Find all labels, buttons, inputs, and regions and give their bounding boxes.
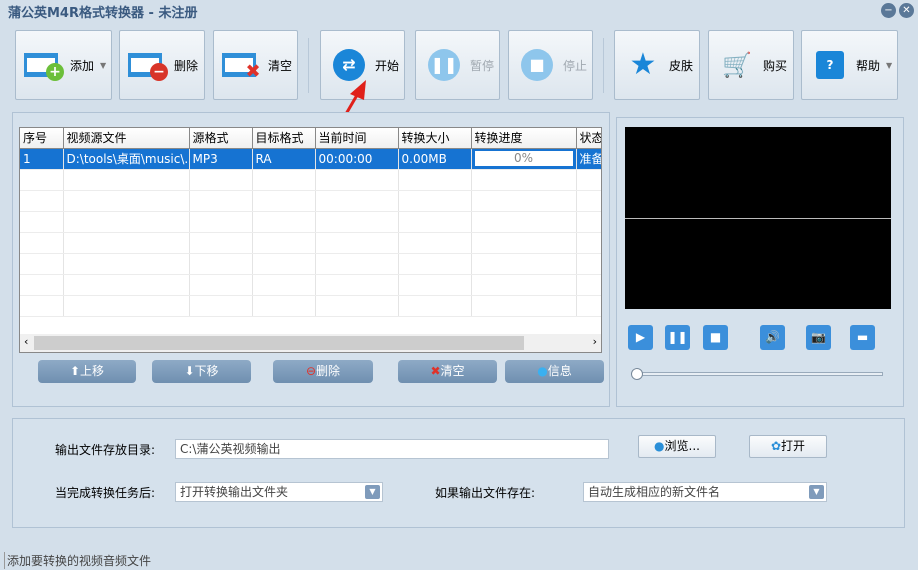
dropdown-arrow-icon[interactable]: ▼: [100, 61, 106, 70]
add-film-icon: +: [24, 49, 64, 81]
status-bar: 添加要转换的视频音频文件: [4, 552, 151, 569]
seek-slider-handle[interactable]: [631, 368, 643, 380]
cell-time: 00:00:00: [315, 148, 399, 170]
x-icon: ✖: [430, 364, 441, 378]
add-button[interactable]: + 添加 ▼: [15, 30, 112, 100]
after-complete-select[interactable]: 打开转换输出文件夹 ▼: [175, 482, 383, 502]
output-dir-label: 输出文件存放目录:: [55, 443, 156, 457]
table-row[interactable]: 1 D:\tools\桌面\music\... MP3 RA 00:00:00 0.00M…: [20, 148, 601, 170]
clear-film-icon: ✖: [222, 49, 262, 81]
file-exists-select[interactable]: 自动生成相应的新文件名 ▼: [583, 482, 827, 502]
pause-play-button[interactable]: ❚❚: [665, 325, 690, 350]
folder-button[interactable]: ▬: [850, 325, 875, 350]
video-preview: [625, 127, 891, 309]
column-header-dst-format[interactable]: 目标格式: [252, 128, 316, 149]
cart-icon: 🛒: [722, 51, 752, 79]
pause-icon: ❚❚: [424, 49, 464, 81]
column-header-progress[interactable]: 转换进度: [471, 128, 577, 149]
seek-slider[interactable]: [636, 372, 883, 376]
chevron-down-icon: ▼: [809, 485, 824, 499]
file-table: 序号 视频源文件 源格式 目标格式 当前时间 转换大小 转换进度 状态 1 D:\tools\桌…: [19, 127, 602, 353]
column-header-time[interactable]: 当前时间: [315, 128, 399, 149]
column-header-status[interactable]: 状态: [576, 128, 601, 149]
buy-button[interactable]: 🛒 购买: [708, 30, 794, 100]
info-icon: ●: [537, 364, 548, 378]
close-button[interactable]: ✕: [899, 3, 914, 18]
play-button[interactable]: ▶: [628, 325, 653, 350]
output-dir-input[interactable]: C:\蒲公英视频输出: [175, 439, 609, 459]
snapshot-camera-button[interactable]: 📷: [806, 325, 831, 350]
toolbar-divider: [308, 38, 309, 93]
browse-button[interactable]: ●浏览...: [638, 435, 716, 458]
clear-button[interactable]: ✖ 清空: [213, 30, 298, 100]
scroll-right-icon[interactable]: ›: [593, 335, 597, 348]
cell-index: 1: [20, 148, 64, 170]
help-button[interactable]: ? 帮助 ▼: [801, 30, 898, 100]
cell-size: 0.00MB: [398, 148, 472, 170]
cell-file: D:\tools\桌面\music\...: [63, 148, 190, 170]
list-delete-button[interactable]: ⊖删除: [273, 360, 373, 383]
stop-play-button[interactable]: ■: [703, 325, 728, 350]
info-button[interactable]: ●信息: [505, 360, 604, 383]
minimize-button[interactable]: −: [881, 3, 896, 18]
window-title: 蒲公英M4R格式转换器 - 未注册: [8, 6, 198, 21]
scrollbar-thumb[interactable]: [34, 336, 524, 350]
open-button[interactable]: ✿打开: [749, 435, 827, 458]
stop-button[interactable]: ■ 停止: [508, 30, 593, 100]
cell-progress: 0%: [471, 148, 577, 170]
scroll-left-icon[interactable]: ‹: [24, 335, 28, 348]
file-exists-label: 如果输出文件存在:: [435, 486, 536, 500]
stop-icon: ■: [517, 49, 557, 81]
cell-dst-format: RA: [252, 148, 316, 170]
column-header-src-format[interactable]: 源格式: [189, 128, 253, 149]
cell-src-format: MP3: [189, 148, 253, 170]
cell-status: 准备: [576, 148, 601, 170]
progress-bar: 0%: [474, 151, 573, 166]
volume-button[interactable]: 🔊: [760, 325, 785, 350]
chevron-down-icon: ▼: [365, 485, 380, 499]
delete-button[interactable]: − 删除: [119, 30, 205, 100]
after-complete-label: 当完成转换任务后:: [55, 486, 156, 500]
star-icon: ★: [629, 47, 657, 82]
column-header-file[interactable]: 视频源文件: [63, 128, 190, 149]
shuffle-icon: ⇄: [329, 49, 369, 81]
horizontal-scrollbar[interactable]: ‹ ›: [20, 334, 601, 352]
move-up-button[interactable]: ⬆上移: [38, 360, 136, 383]
help-icon: ?: [810, 49, 850, 81]
list-clear-button[interactable]: ✖清空: [398, 360, 497, 383]
pause-button[interactable]: ❚❚ 暂停: [415, 30, 500, 100]
column-header-index[interactable]: 序号: [20, 128, 64, 149]
dropdown-arrow-icon[interactable]: ▼: [886, 61, 892, 70]
toolbar-divider: [603, 38, 604, 93]
delete-film-icon: −: [128, 49, 168, 81]
move-down-button[interactable]: ⬇下移: [152, 360, 251, 383]
table-header: 序号 视频源文件 源格式 目标格式 当前时间 转换大小 转换进度 状态: [20, 128, 601, 149]
minus-circle-icon: ⊖: [305, 364, 317, 378]
skin-button[interactable]: ★ 皮肤: [614, 30, 700, 100]
column-header-size[interactable]: 转换大小: [398, 128, 472, 149]
